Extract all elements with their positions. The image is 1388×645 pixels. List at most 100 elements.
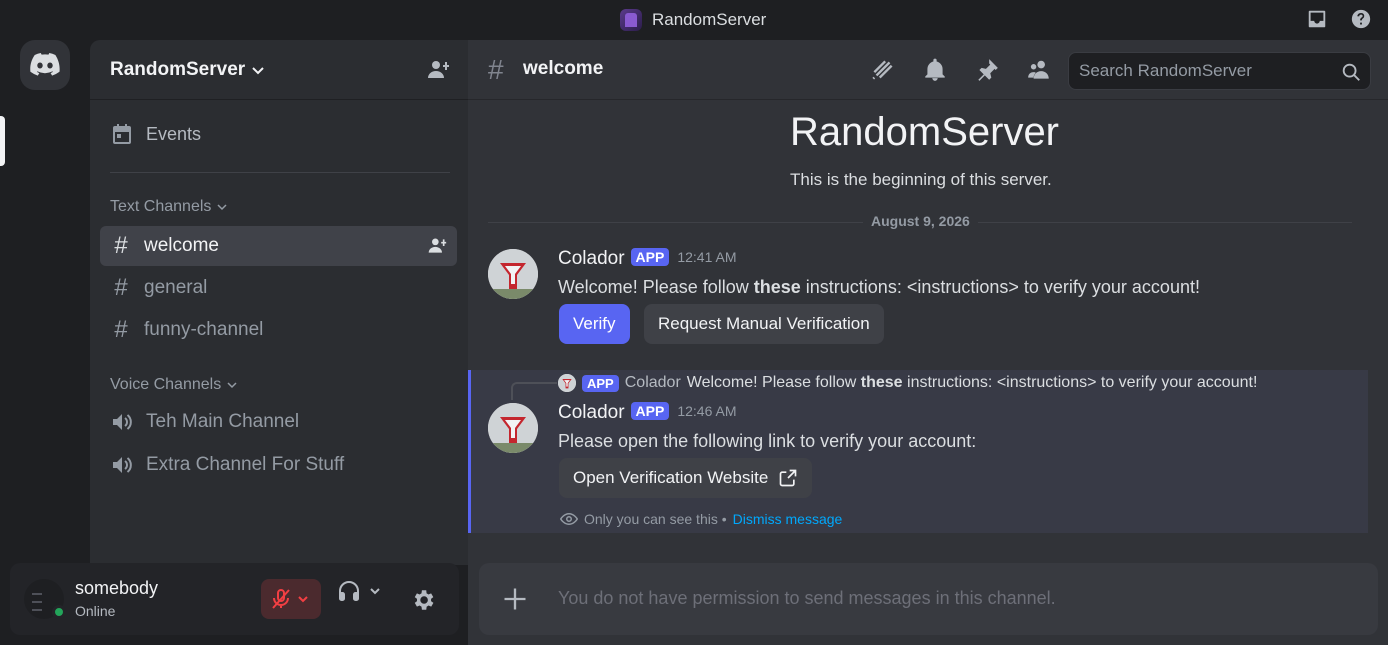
server-icon	[620, 9, 642, 31]
bot-logo-icon	[558, 374, 576, 392]
add-member-icon[interactable]	[426, 58, 450, 82]
channel-funny-channel[interactable]: # funny-channel	[100, 310, 457, 350]
channel-title: welcome	[523, 58, 604, 79]
mute-button[interactable]	[261, 579, 321, 619]
title-server: RandomServer	[620, 8, 766, 32]
ephemeral-text: Only you can see this •	[584, 511, 727, 527]
date-label: August 9, 2026	[863, 213, 978, 229]
hash-icon: #	[114, 232, 128, 259]
reply-connector	[511, 382, 557, 400]
pin-icon[interactable]	[974, 57, 1000, 83]
category-label: Text Channels	[110, 198, 212, 215]
composer-placeholder: You do not have permission to send messa…	[558, 588, 1056, 608]
deafen-button[interactable]	[337, 579, 381, 603]
bot-logo-icon	[488, 249, 538, 299]
reply-bold-text: these	[860, 374, 903, 391]
welcome-title: RandomServer	[790, 110, 1060, 154]
sidebar-divider	[110, 172, 450, 173]
message-content: Welcome! Please follow these instruction…	[558, 277, 1200, 298]
channel-label: welcome	[144, 235, 219, 256]
search-box[interactable]	[1068, 52, 1371, 90]
reply-text-part: Welcome! Please follow	[686, 374, 861, 391]
author-name[interactable]: Colador	[558, 248, 625, 269]
search-input[interactable]	[1079, 61, 1329, 81]
selected-server-indicator	[0, 116, 5, 166]
channel-label: Extra Channel For Stuff	[146, 454, 345, 475]
channel-header: # welcome	[468, 40, 1388, 100]
app-badge: APP	[630, 402, 670, 420]
author-name[interactable]: Colador	[558, 402, 625, 423]
chevron-down-icon	[217, 204, 227, 211]
app-badge: APP	[630, 248, 670, 266]
message-author: Colador APP 12:41 AM	[558, 248, 737, 270]
events-item[interactable]: Events	[110, 122, 201, 146]
home-button[interactable]	[20, 40, 70, 90]
message-timestamp: 12:46 AM	[677, 403, 737, 419]
welcome-subtitle: This is the beginning of this server.	[790, 170, 1052, 189]
message-text: Please open the following link to verify…	[558, 431, 977, 451]
chevron-down-icon	[227, 382, 237, 389]
discord-logo-icon	[30, 53, 60, 76]
user-panel: somebody Online	[10, 563, 459, 635]
title-bar: RandomServer	[0, 0, 1388, 40]
hash-icon: #	[114, 316, 128, 343]
events-label: Events	[146, 123, 202, 144]
calendar-icon	[113, 124, 131, 144]
eye-icon	[560, 512, 578, 526]
speaker-icon	[113, 457, 132, 473]
category-label: Voice Channels	[110, 376, 222, 393]
speaker-icon	[113, 414, 132, 430]
online-status-dot	[52, 605, 66, 619]
headphones-icon	[339, 581, 359, 601]
members-icon[interactable]	[1026, 57, 1052, 83]
verify-button[interactable]: Verify	[559, 304, 630, 344]
threads-icon[interactable]	[870, 57, 896, 83]
user-status: Online	[75, 603, 116, 619]
voice-channel-teh-main[interactable]: Teh Main Channel	[100, 402, 457, 442]
avatar[interactable]	[488, 249, 538, 299]
dismiss-message-link[interactable]: Dismiss message	[733, 511, 843, 527]
add-member-icon[interactable]	[427, 236, 447, 256]
channel-welcome[interactable]: # welcome	[100, 226, 457, 266]
reply-text-part: instructions: <instructions> to verify y…	[902, 374, 1258, 391]
message-composer: You do not have permission to send messa…	[479, 563, 1378, 635]
open-verification-website-button[interactable]: Open Verification Website	[559, 458, 813, 498]
chevron-down-icon[interactable]	[297, 593, 309, 605]
server-header[interactable]: RandomServer	[90, 40, 468, 100]
microphone-muted-icon	[272, 589, 290, 609]
message-bold-text: these	[753, 277, 801, 297]
title-server-name: RandomServer	[652, 10, 767, 29]
channel-label: Teh Main Channel	[146, 411, 300, 432]
button-label: Open Verification Website	[573, 468, 769, 487]
hash-icon: #	[488, 54, 504, 85]
gear-icon[interactable]	[410, 587, 436, 613]
ephemeral-notice: Only you can see this • Dismiss message	[560, 510, 842, 528]
hash-icon: #	[114, 274, 128, 301]
chevron-down-icon	[252, 66, 264, 74]
category-text-channels[interactable]: Text Channels	[110, 198, 227, 216]
reply-author: Colador	[624, 374, 681, 391]
external-link-icon	[779, 469, 797, 487]
server-rail	[0, 40, 90, 645]
request-manual-verification-button[interactable]: Request Manual Verification	[644, 304, 884, 344]
channel-label: general	[144, 277, 208, 298]
channel-general[interactable]: # general	[100, 268, 457, 308]
message-text: Welcome! Please follow	[558, 277, 754, 297]
channel-label: funny-channel	[144, 319, 264, 340]
inbox-icon[interactable]	[1306, 8, 1328, 30]
app-badge: APP	[582, 374, 619, 392]
voice-channel-extra[interactable]: Extra Channel For Stuff	[100, 445, 457, 485]
chevron-down-icon[interactable]	[369, 585, 381, 597]
reply-reference[interactable]: APP Colador Welcome! Please follow these…	[558, 374, 1257, 392]
chat-area: # welcome RandomServer This is the begin…	[468, 40, 1388, 645]
server-name: RandomServer	[110, 58, 246, 80]
username: somebody	[75, 578, 159, 598]
avatar[interactable]	[488, 403, 538, 453]
help-icon[interactable]	[1350, 8, 1372, 30]
category-voice-channels[interactable]: Voice Channels	[110, 376, 237, 394]
search-icon	[1342, 63, 1360, 81]
message-text: instructions: <instructions> to verify y…	[800, 277, 1200, 297]
bell-icon[interactable]	[922, 57, 948, 83]
plus-icon[interactable]	[501, 585, 529, 613]
reply-text: Welcome! Please follow these instruction…	[687, 374, 1258, 392]
